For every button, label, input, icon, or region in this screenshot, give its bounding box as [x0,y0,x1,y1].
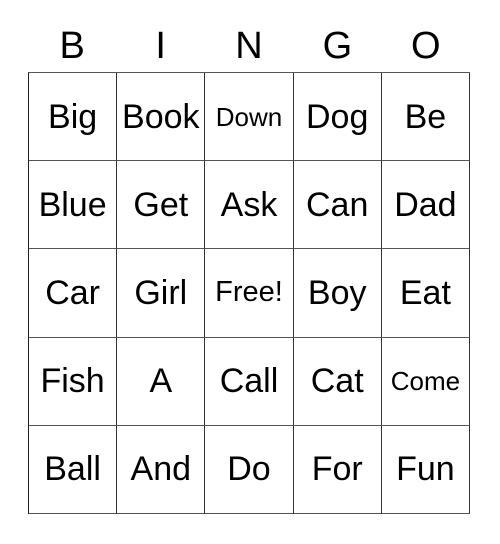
bingo-header-letter-0: B [59,25,85,67]
bingo-cell-label: Call [219,362,279,401]
bingo-cell-label: Down [215,101,283,132]
bingo-card: B I N G O Big Book Down Dog Be Blue Get Ask Can Dad Ca… [0,0,500,544]
bingo-cell[interactable]: Ask [205,161,294,250]
bingo-cell-label: Cat [310,362,364,401]
bingo-cell-label: Boy [307,273,367,312]
bingo-cell[interactable]: Car [29,249,118,338]
bingo-cell-label: Get [133,185,189,224]
bingo-cell[interactable]: Do [205,425,294,514]
bingo-cell-label: Come [390,366,461,397]
bingo-cell[interactable]: Come [381,337,470,426]
bingo-header-letter-3: G [322,25,353,67]
bingo-cell[interactable]: Blue [29,161,118,250]
bingo-cell-label: Fish [40,362,105,401]
bingo-cell[interactable]: Eat [381,249,470,338]
bingo-cell[interactable]: Dog [293,73,382,162]
bingo-cell[interactable]: Fun [381,425,470,514]
bingo-cell[interactable]: And [117,425,206,514]
bingo-header-row: BINGO [28,20,470,72]
bingo-cell[interactable]: Boy [293,249,382,338]
bingo-cell[interactable]: Down [205,73,294,162]
bingo-grid: Big Book Down Dog Be Blue Get Ask Can Dad Car Girl F… [28,72,470,514]
bingo-cell[interactable]: Call [205,337,294,426]
bingo-cell-label: Blue [38,185,107,224]
bingo-cell-label: Dog [306,97,369,136]
bingo-cell-label: Ask [220,185,278,224]
bingo-cell[interactable]: Girl [117,249,206,338]
bingo-cell-label: Car [45,273,100,312]
bingo-cell-label: Girl [134,273,188,312]
bingo-free-cell[interactable]: Free! [205,249,294,338]
bingo-cell[interactable]: Get [117,161,206,250]
bingo-cell-label: For [311,450,363,489]
bingo-cell[interactable]: Can [293,161,382,250]
bingo-cell-label: Can [306,185,369,224]
bingo-cell[interactable]: For [293,425,382,514]
bingo-cell-label: Book [122,97,200,136]
bingo-cell-label: Big [48,97,98,136]
bingo-cell[interactable]: A [117,337,206,426]
bingo-cell-label: And [130,450,192,489]
bingo-cell[interactable]: Fish [29,337,118,426]
bingo-cell[interactable]: Cat [293,337,382,426]
bingo-cell[interactable]: Ball [29,425,118,514]
bingo-header-letter-4: O [411,25,441,67]
bingo-cell[interactable]: Book [117,73,206,162]
bingo-cell[interactable]: Big [29,73,118,162]
bingo-cell-label: Free! [215,276,283,309]
bingo-cell-label: A [149,362,173,401]
bingo-cell-label: Dad [394,185,457,224]
bingo-cell-label: Do [227,450,271,489]
bingo-cell-label: Fun [396,450,455,489]
bingo-header-letter-2: N [235,25,263,67]
bingo-cell[interactable]: Dad [381,161,470,250]
bingo-cell-label: Eat [399,273,451,312]
bingo-cell-label: Ball [44,450,101,489]
bingo-cell-label: Be [404,97,447,136]
bingo-cell[interactable]: Be [381,73,470,162]
bingo-header-letter-1: I [155,25,166,67]
